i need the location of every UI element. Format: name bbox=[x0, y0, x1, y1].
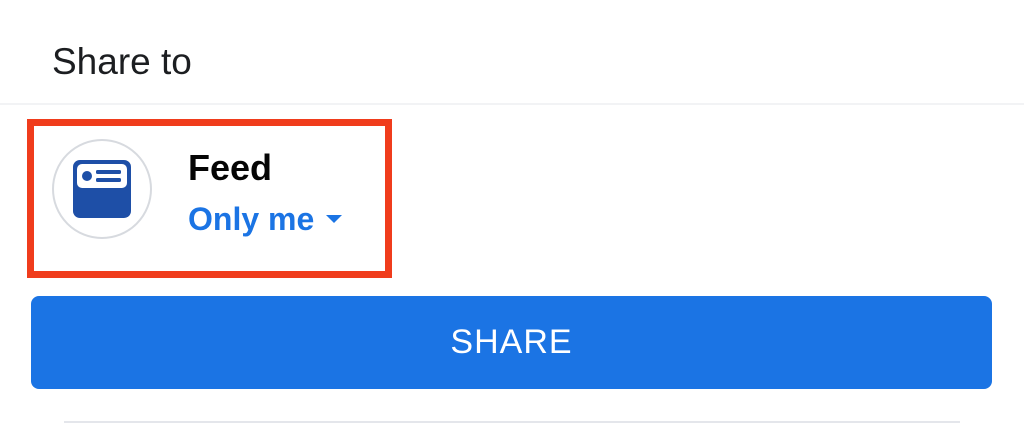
bottom-divider bbox=[64, 421, 960, 423]
feed-icon bbox=[52, 139, 152, 239]
feed-label: Feed bbox=[188, 147, 273, 188]
feed-audience-row[interactable]: Feed Only me bbox=[52, 139, 372, 245]
header-divider bbox=[0, 103, 1024, 105]
privacy-label: Only me bbox=[188, 201, 315, 237]
share-to-heading: Share to bbox=[52, 41, 192, 82]
share-button[interactable]: SHARE bbox=[31, 296, 992, 389]
privacy-selector[interactable]: Only me bbox=[188, 198, 343, 240]
caret-down-icon bbox=[326, 215, 343, 223]
